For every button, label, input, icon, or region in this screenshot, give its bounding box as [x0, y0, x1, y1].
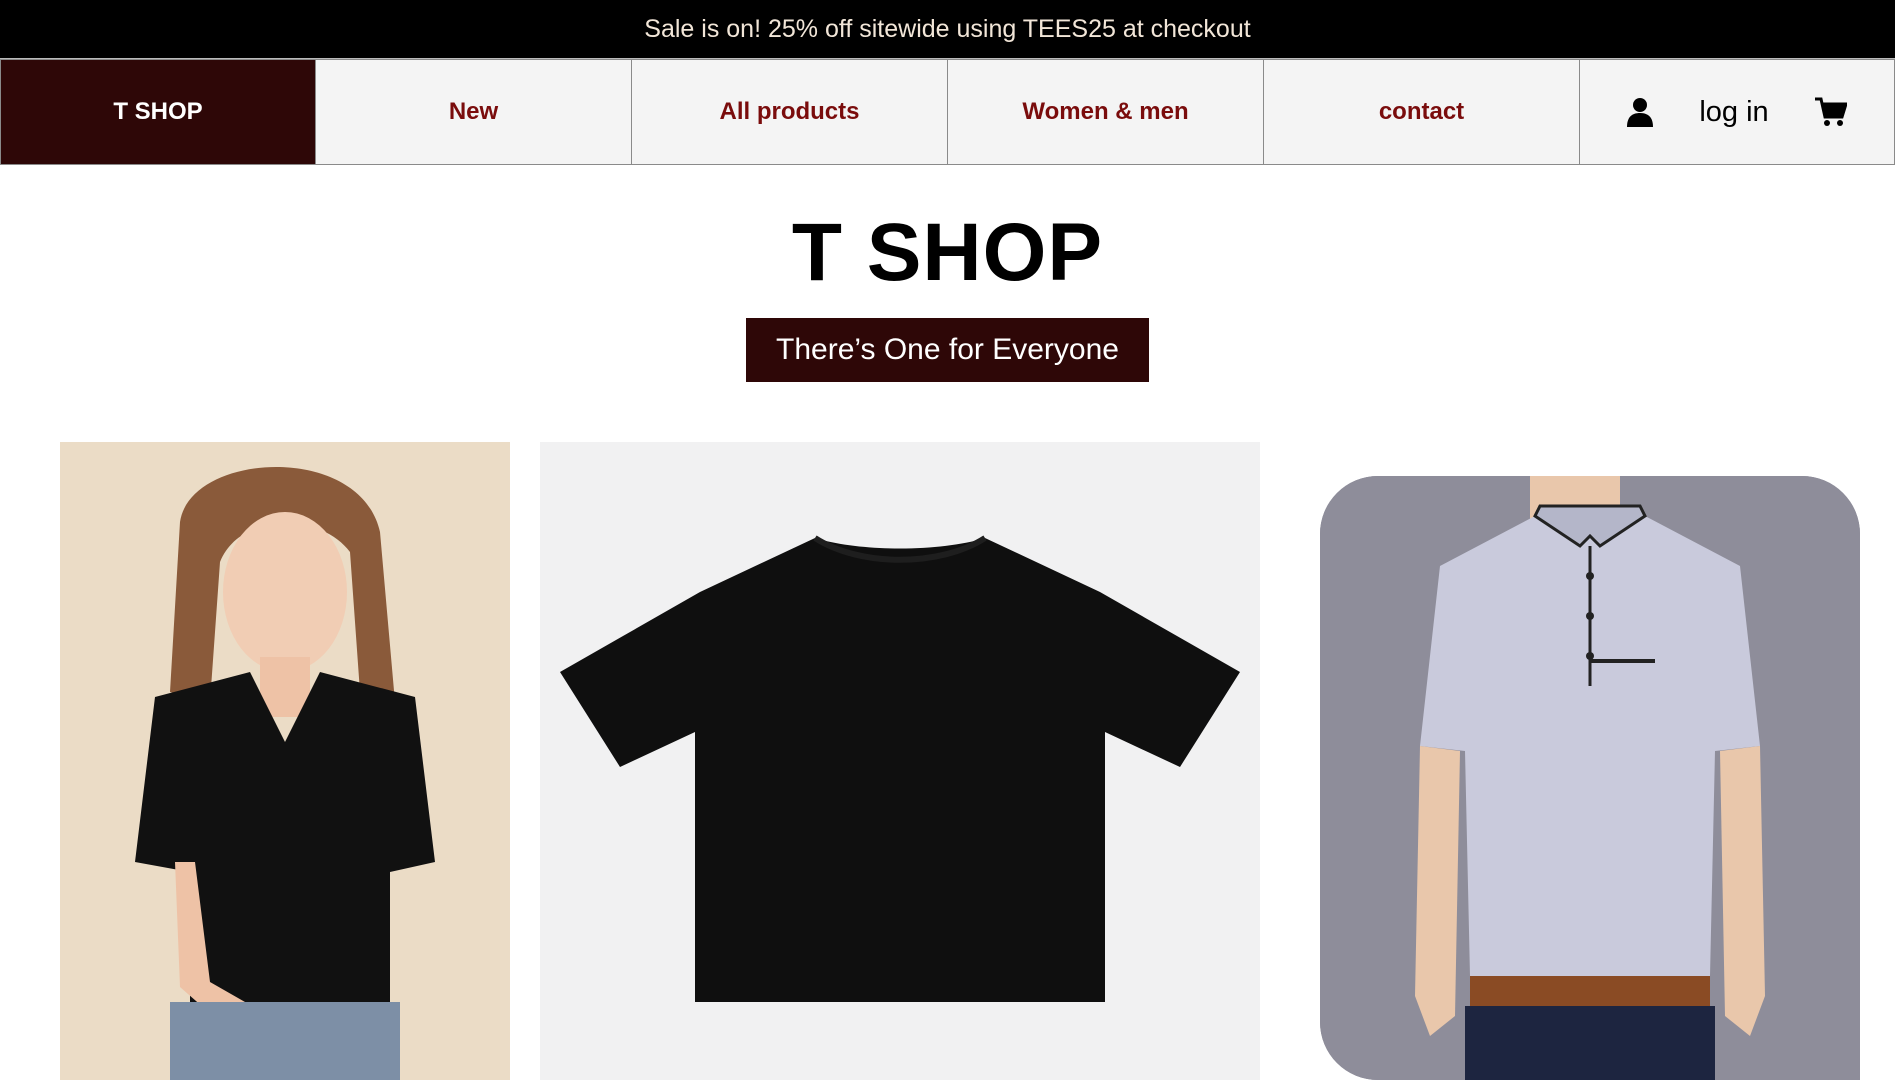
page-title: T SHOP [791, 207, 1104, 298]
promo-banner: Sale is on! 25% off sitewide using TEES2… [0, 0, 1895, 58]
login-link[interactable]: log in [1699, 96, 1768, 129]
tagline-badge: There’s One for Everyone [746, 318, 1149, 382]
product-image-black-tee[interactable] [540, 442, 1260, 1080]
main-nav: T SHOP New All products Women & men cont… [0, 58, 1895, 165]
user-icon[interactable] [1626, 97, 1653, 127]
nav-item-women-men[interactable]: Women & men [948, 59, 1264, 165]
brand-logo-link[interactable]: T SHOP [0, 59, 316, 165]
product-image-man-polo[interactable] [1320, 476, 1860, 1080]
cart-icon[interactable] [1815, 97, 1848, 127]
nav-item-contact[interactable]: contact [1264, 59, 1580, 165]
product-image-woman-tee[interactable] [60, 442, 510, 1080]
nav-item-all-products[interactable]: All products [632, 59, 948, 165]
account-area: log in [1580, 59, 1895, 165]
promo-text: Sale is on! 25% off sitewide using TEES2… [644, 14, 1251, 43]
nav-item-new[interactable]: New [316, 59, 632, 165]
